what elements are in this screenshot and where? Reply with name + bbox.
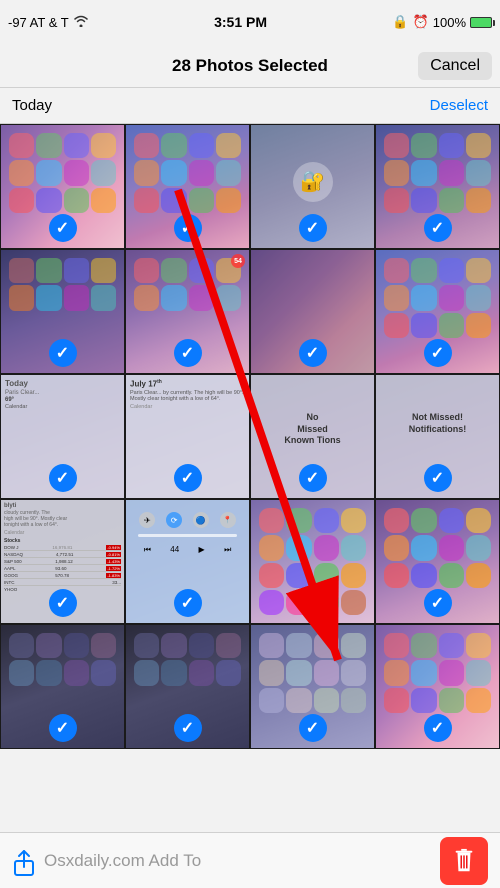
check-circle <box>174 339 202 367</box>
status-left: -97 AT & T <box>8 15 89 30</box>
battery-icon <box>470 17 492 28</box>
status-right: 🔒 ⏰ 100% <box>392 14 492 30</box>
check-circle <box>174 589 202 617</box>
photo-cell[interactable] <box>125 124 250 249</box>
check-circle <box>424 214 452 242</box>
status-time: 3:51 PM <box>214 14 267 30</box>
cancel-button[interactable]: Cancel <box>418 52 492 80</box>
check-circle <box>174 714 202 742</box>
photo-cell[interactable] <box>250 624 375 749</box>
alarm-icon: ⏰ <box>413 14 429 30</box>
check-circle <box>424 589 452 617</box>
photo-grid: 🔐 <box>0 124 500 749</box>
add-to-label: Osxdaily.com Add To <box>44 851 201 871</box>
photo-cell[interactable] <box>0 624 125 749</box>
photo-cell[interactable] <box>0 249 125 374</box>
photo-cell[interactable]: NoMissedKnown Tions <box>250 374 375 499</box>
header-title: 28 Photos Selected <box>172 56 328 76</box>
bottom-toolbar: Osxdaily.com Add To <box>0 832 500 888</box>
check-circle <box>49 589 77 617</box>
photo-cell[interactable]: 🔐 <box>250 124 375 249</box>
photo-cell[interactable]: Today Paris Clear... 69° Calendar <box>0 374 125 499</box>
photo-cell[interactable] <box>125 624 250 749</box>
photo-cell[interactable] <box>375 624 500 749</box>
trash-icon <box>451 848 477 874</box>
notif-text: NoMissedKnown Tions <box>251 412 374 447</box>
notif-text: Not Missed!Notifications! <box>376 412 499 435</box>
check-circle <box>49 214 77 242</box>
photo-cell[interactable] <box>375 499 500 624</box>
check-circle <box>424 464 452 492</box>
photo-cell[interactable]: 54 <box>125 249 250 374</box>
check-circle <box>299 714 327 742</box>
check-circle <box>299 339 327 367</box>
carrier-label: -97 AT & T <box>8 15 69 30</box>
photo-cell[interactable] <box>250 499 375 624</box>
deselect-button[interactable]: Deselect <box>430 97 488 114</box>
check-circle <box>299 589 327 617</box>
check-circle <box>49 464 77 492</box>
check-circle <box>174 214 202 242</box>
check-circle <box>49 714 77 742</box>
check-circle <box>299 214 327 242</box>
photo-cell[interactable]: July 17th Paris Clear... by currently. T… <box>125 374 250 499</box>
check-circle <box>424 339 452 367</box>
section-title: Today <box>12 97 52 114</box>
photo-cell[interactable] <box>375 124 500 249</box>
photo-cell[interactable] <box>250 249 375 374</box>
photo-cell[interactable]: blyti cloudy currently. Thehigh will be … <box>0 499 125 624</box>
share-icon[interactable] <box>12 849 36 873</box>
check-circle <box>299 464 327 492</box>
check-circle <box>424 714 452 742</box>
wifi-icon <box>73 15 89 30</box>
section-header: Today Deselect <box>0 88 500 124</box>
check-circle <box>49 339 77 367</box>
header: 28 Photos Selected Cancel <box>0 44 500 88</box>
photo-cell[interactable]: Not Missed!Notifications! <box>375 374 500 499</box>
lock-icon: 🔒 <box>392 14 408 30</box>
delete-button[interactable] <box>440 837 488 885</box>
photo-cell[interactable] <box>0 124 125 249</box>
photo-cell[interactable] <box>375 249 500 374</box>
battery-percent: 100% <box>433 15 466 30</box>
photo-cell[interactable]: ✈ ⟳ 🔵 📍 ⏮ 44 ▶ ⏭ <box>125 499 250 624</box>
status-bar: -97 AT & T 3:51 PM 🔒 ⏰ 100% <box>0 0 500 44</box>
share-area: Osxdaily.com Add To <box>12 849 201 873</box>
check-circle <box>174 464 202 492</box>
